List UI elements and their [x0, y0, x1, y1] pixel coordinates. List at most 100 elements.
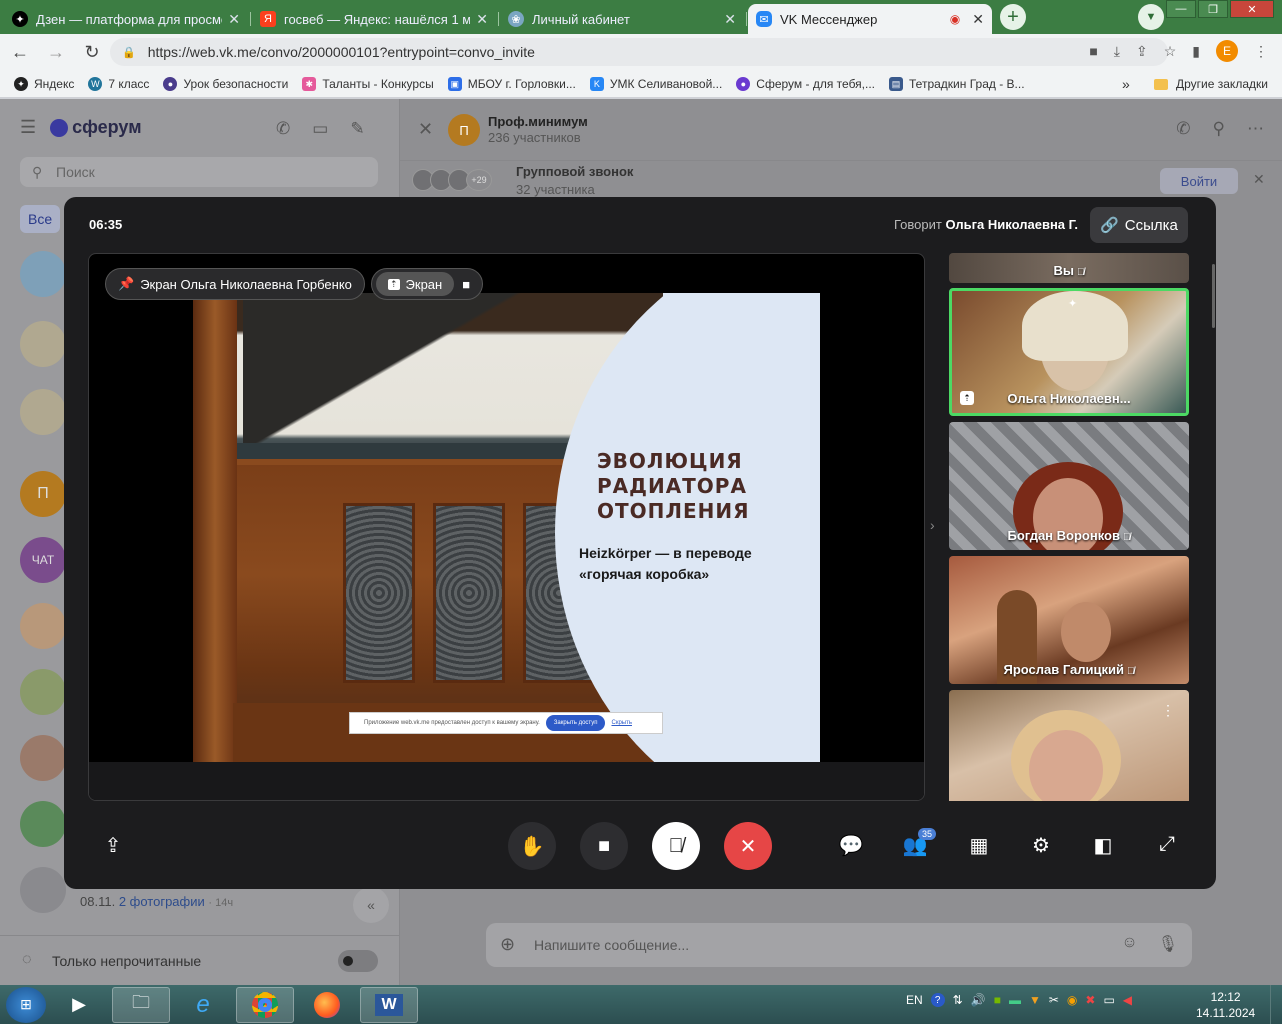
chat-avatar[interactable]	[20, 735, 66, 781]
emoji-icon[interactable]: ☺	[1121, 934, 1137, 954]
browser-tab[interactable]: Я госвеб — Яндекс: нашёлся 1 млн ✕	[252, 4, 499, 34]
participant-tile[interactable]: ⋮	[949, 690, 1189, 801]
chat-avatar[interactable]	[20, 867, 66, 913]
chat-avatar[interactable]	[20, 603, 66, 649]
compose-icon[interactable]: ✎	[350, 119, 364, 139]
taskbar-firefox[interactable]	[298, 987, 356, 1023]
winamp-icon[interactable]: ▼	[1029, 993, 1041, 1007]
alert-icon[interactable]: ◉	[1067, 993, 1077, 1007]
monitor-icon[interactable]: ▭	[1103, 993, 1114, 1007]
taskbar-explorer[interactable]: 🗀	[112, 986, 170, 1023]
chat-avatar[interactable]: П	[20, 471, 66, 517]
photos-link[interactable]: 2 фотографии	[119, 894, 205, 909]
browser-tab[interactable]: ✦ Дзен — платформа для просмотра ✕	[4, 4, 251, 34]
chat-avatar[interactable]: П	[448, 114, 480, 146]
minimize-icon[interactable]: —	[1166, 0, 1196, 18]
chat-avatar[interactable]	[20, 669, 66, 715]
forward-arrow-icon[interactable]: →	[40, 36, 72, 68]
more-options-icon[interactable]: ⋮	[1161, 702, 1175, 719]
tool-icon[interactable]: ✂	[1049, 993, 1059, 1007]
chat-avatar[interactable]	[20, 801, 66, 847]
new-call-icon[interactable]: ✆	[276, 119, 290, 139]
fullscreen-icon[interactable]: ⤢	[1153, 833, 1181, 856]
chat-avatar[interactable]	[20, 251, 66, 297]
grid-layout-icon[interactable]: ▦	[965, 833, 993, 858]
browser-tab-active[interactable]: ✉ VK Мессенджер ◉ ✕	[748, 4, 992, 34]
picture-in-picture-icon[interactable]: ◧	[1089, 833, 1117, 858]
taskbar-chrome[interactable]	[236, 986, 294, 1023]
taskbar-clock[interactable]: 12:12 14.11.2024	[1196, 989, 1255, 1021]
close-tab-icon[interactable]: ✕	[724, 11, 736, 28]
bookmark-item[interactable]: ▤ Тетрадкин Град - В...	[889, 76, 1025, 91]
chat-avatar[interactable]	[20, 321, 66, 367]
chat-avatar[interactable]	[20, 389, 66, 435]
collapse-sidebar-icon[interactable]: «	[353, 887, 389, 923]
camera-in-use-icon[interactable]: ■	[1089, 43, 1097, 59]
settings-gear-icon[interactable]: ⚙	[1027, 833, 1055, 858]
security-icon[interactable]: ✖	[1085, 993, 1095, 1007]
call-icon[interactable]: ✆	[1176, 119, 1190, 139]
archive-icon[interactable]: ▭	[312, 119, 328, 139]
bookmark-item[interactable]: ▣ МБОУ г. Горловки...	[447, 76, 576, 91]
network-icon[interactable]: ⇅	[953, 993, 963, 1007]
back-arrow-icon[interactable]: ←	[4, 36, 36, 68]
expand-panel-chevron-icon[interactable]: ›	[930, 517, 935, 533]
screen-owner-label[interactable]: 📌 Экран Ольга Николаевна Горбенко	[105, 268, 365, 300]
close-window-icon[interactable]: ✕	[1230, 0, 1274, 18]
speaker-mute-icon[interactable]: ◀	[1123, 993, 1132, 1007]
screen-view-tab[interactable]: ⇡ Экран	[376, 272, 455, 296]
share-screen-icon[interactable]: ⇪	[99, 833, 127, 858]
bookmark-item[interactable]: ✦ Яндекс	[14, 76, 74, 91]
display-icon[interactable]: ▬	[1009, 993, 1021, 1007]
bookmark-item[interactable]: W7 класс	[88, 76, 149, 91]
search-icon[interactable]: ⚲	[1213, 119, 1225, 139]
bookmarks-more-chevron-icon[interactable]: »	[1122, 76, 1130, 92]
chat-icon[interactable]: 💬	[837, 833, 865, 858]
browser-tab[interactable]: ❀ Личный кабинет ✕	[500, 4, 747, 34]
dismiss-banner-icon[interactable]: ✕	[1253, 171, 1265, 188]
menu-kebab-icon[interactable]: ⋮	[1254, 43, 1268, 60]
close-tab-icon[interactable]: ✕	[228, 11, 240, 28]
unread-only-filter[interactable]: ◌ Только непрочитанные	[0, 935, 400, 985]
other-bookmarks[interactable]: Другие закладки	[1154, 77, 1268, 91]
address-bar[interactable]: 🔒 https://web.vk.me/convo/2000000101?ent…	[110, 38, 1168, 66]
close-chat-icon[interactable]: ✕	[418, 119, 433, 140]
microphone-toggle-button[interactable]: 🎙̸	[652, 822, 700, 870]
language-indicator[interactable]: EN	[906, 993, 923, 1007]
side-panel-icon[interactable]: ▮	[1192, 43, 1200, 60]
message-input[interactable]: ⊕ Напишите сообщение... ☺ 🎙	[486, 923, 1192, 967]
show-desktop-button[interactable]	[1270, 985, 1282, 1024]
chat-avatar[interactable]: ЧАТ	[20, 537, 66, 583]
bookmark-item[interactable]: ● Урок безопасности	[163, 76, 288, 91]
filter-all-tab[interactable]: Все	[20, 205, 61, 233]
more-icon[interactable]: ⋯	[1247, 119, 1264, 139]
volume-icon[interactable]: 🔊	[971, 993, 986, 1007]
bookmark-item[interactable]: K УМК Селивановой...	[589, 76, 722, 91]
join-call-button[interactable]: Войти	[1160, 168, 1238, 194]
unread-toggle[interactable]	[338, 950, 378, 972]
pin-icon[interactable]: ✦	[1068, 297, 1077, 310]
camera-toggle-button[interactable]: ■	[580, 822, 628, 870]
help-icon[interactable]: ?	[930, 993, 945, 1007]
participant-tile[interactable]: Ярослав Галицкий 🎙̸	[949, 556, 1189, 684]
copy-link-button[interactable]: 🔗 Ссылка	[1090, 207, 1188, 243]
participants-scrollbar[interactable]	[1212, 264, 1215, 328]
bookmark-item[interactable]: ✱ Таланты - Конкурсы	[302, 76, 434, 91]
tab-search-chevron-icon[interactable]: ▼	[1138, 4, 1164, 30]
participant-tile[interactable]: Богдан Воронков 🎙̸	[949, 422, 1189, 550]
bookmark-star-icon[interactable]: ☆	[1164, 43, 1177, 60]
participant-tile-speaking[interactable]: ✦ ⇡ Ольга Николаевн...	[949, 288, 1189, 416]
participant-tile[interactable]: Вы 🎙̸	[949, 253, 1189, 283]
taskbar-media-player[interactable]: ▶	[50, 987, 108, 1023]
nvidia-icon[interactable]: ■	[994, 993, 1001, 1007]
start-button[interactable]: ⊞	[6, 986, 46, 1023]
attach-plus-icon[interactable]: ⊕	[500, 934, 515, 955]
search-input[interactable]: ⚲ Поиск	[20, 157, 378, 187]
close-tab-icon[interactable]: ✕	[476, 11, 488, 28]
microphone-icon[interactable]: 🎙	[1158, 934, 1178, 954]
close-tab-icon[interactable]: ✕	[972, 11, 984, 28]
camera-view-icon[interactable]: ■	[454, 277, 478, 292]
reload-icon[interactable]: ↻	[76, 36, 108, 68]
hamburger-icon[interactable]: ☰	[20, 117, 36, 138]
profile-avatar[interactable]: E	[1216, 40, 1238, 62]
